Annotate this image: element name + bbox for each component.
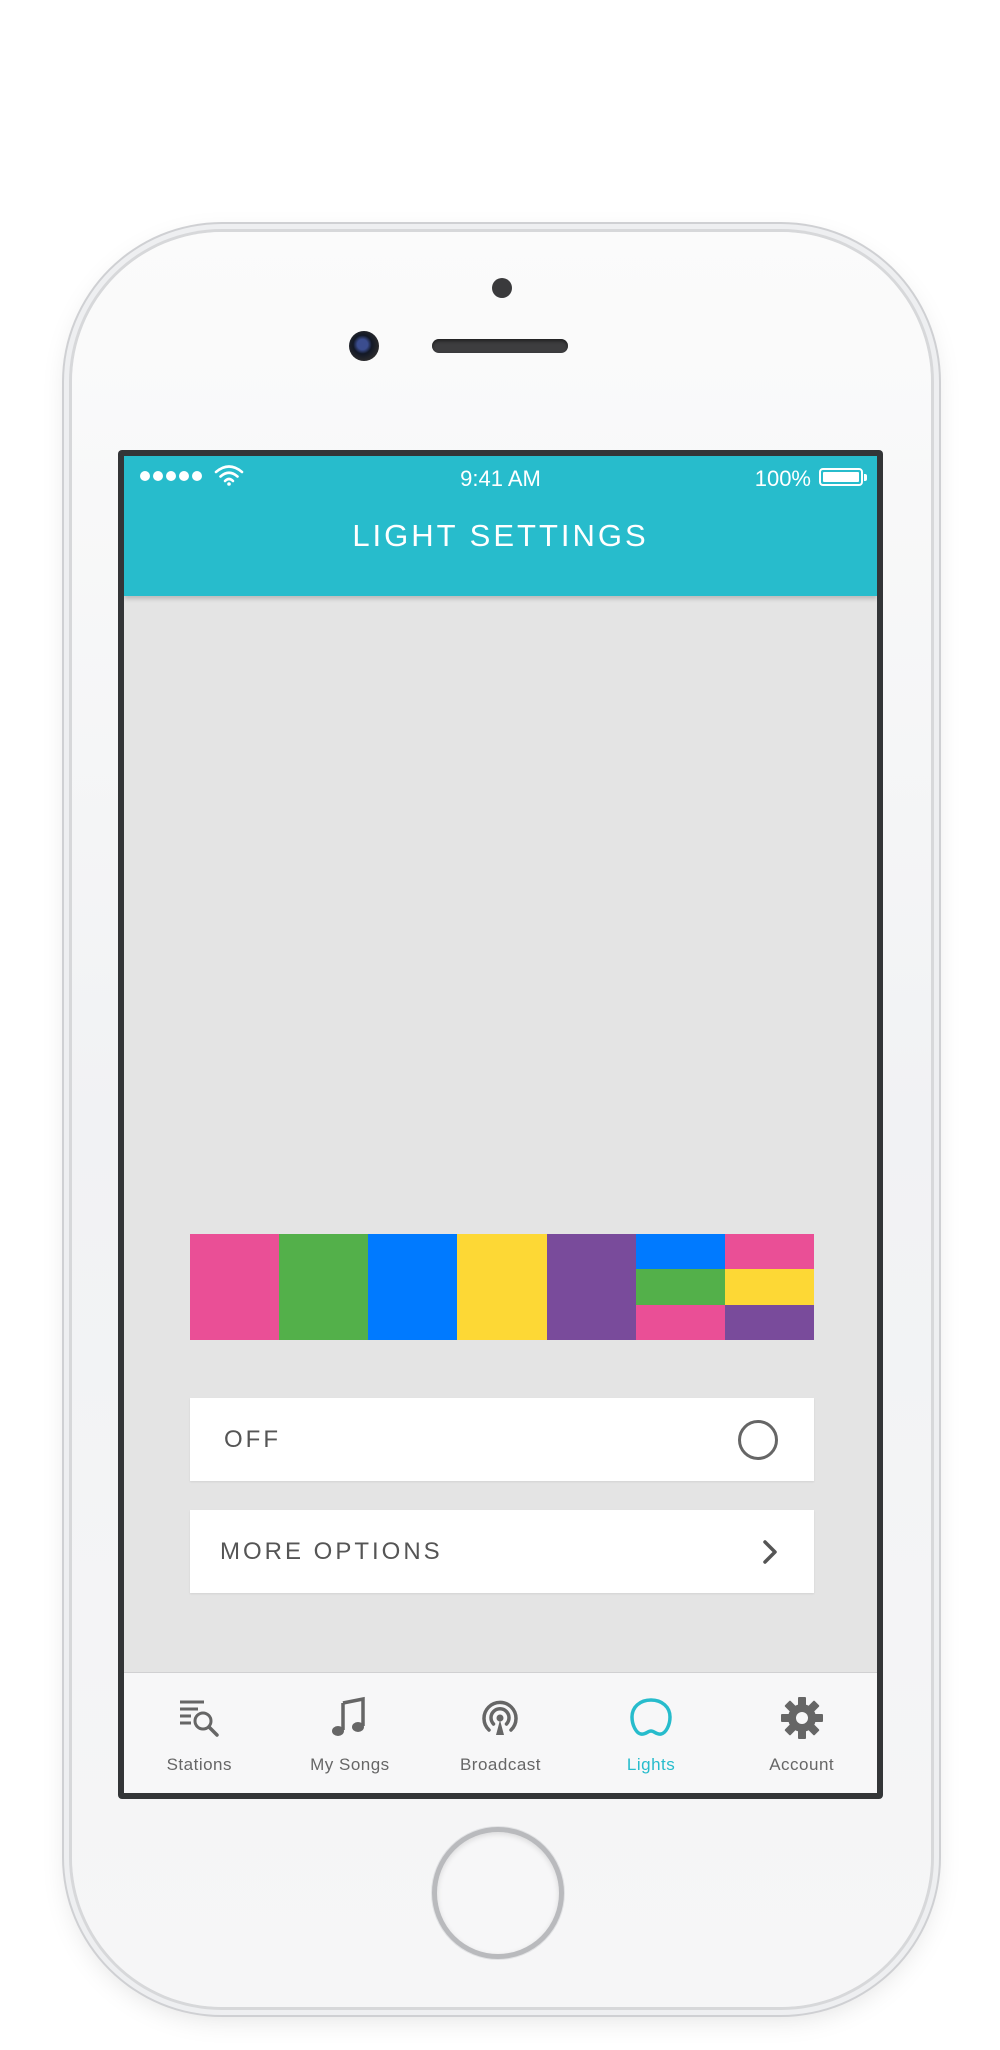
stations-search-icon <box>180 1700 220 1737</box>
tab-my-songs[interactable]: My Songs <box>275 1673 426 1793</box>
tab-lights[interactable]: Lights <box>576 1673 727 1793</box>
color-combo-1[interactable] <box>635 1234 725 1340</box>
color-swatch-blue[interactable] <box>368 1234 458 1340</box>
lights-bubble-icon <box>630 1698 672 1736</box>
tab-account[interactable]: Account <box>726 1673 877 1793</box>
tab-bar: Stations My Songs Broadcast Lights Accou… <box>124 1672 877 1793</box>
tab-label: Stations <box>166 1755 233 1774</box>
phone-screen: 9:41 AM 100% LIGHT SETTINGS OFF MORE OPT… <box>118 450 883 1799</box>
gear-icon <box>780 1697 823 1739</box>
tab-label: Lights <box>626 1755 676 1774</box>
proximity-sensor <box>492 278 512 298</box>
tab-stations[interactable]: Stations <box>124 1673 275 1793</box>
color-swatch-purple[interactable] <box>546 1234 636 1340</box>
radio-circle-icon[interactable] <box>738 1420 778 1460</box>
off-toggle-row[interactable]: OFF <box>190 1398 814 1481</box>
status-bar: 9:41 AM 100% <box>124 456 877 500</box>
music-note-icon <box>331 1696 365 1736</box>
battery-icon <box>819 468 867 486</box>
color-swatch-pink[interactable] <box>190 1234 280 1340</box>
more-options-label: MORE OPTIONS <box>220 1538 443 1565</box>
tab-label: Broadcast <box>459 1755 541 1774</box>
app-view: 9:41 AM 100% LIGHT SETTINGS OFF MORE OPT… <box>124 456 877 1793</box>
more-options-row[interactable]: MORE OPTIONS <box>190 1510 814 1593</box>
color-combo-2[interactable] <box>724 1234 814 1340</box>
header-bar: 9:41 AM 100% LIGHT SETTINGS <box>124 456 877 596</box>
broadcast-icon <box>482 1700 519 1735</box>
off-label: OFF <box>224 1426 281 1453</box>
tab-broadcast[interactable]: Broadcast <box>425 1673 576 1793</box>
tab-label: My Songs <box>310 1755 390 1774</box>
front-camera <box>349 331 379 361</box>
chevron-right-icon <box>763 1540 777 1564</box>
color-swatch-yellow[interactable] <box>457 1234 547 1340</box>
tab-label: Account <box>769 1755 835 1774</box>
battery-percentage: 100% <box>754 466 811 491</box>
color-palette[interactable] <box>190 1234 814 1340</box>
home-button[interactable] <box>432 1827 564 1959</box>
color-swatch-green[interactable] <box>279 1234 369 1340</box>
earpiece-speaker <box>432 339 568 353</box>
page-title: LIGHT SETTINGS <box>352 518 649 553</box>
